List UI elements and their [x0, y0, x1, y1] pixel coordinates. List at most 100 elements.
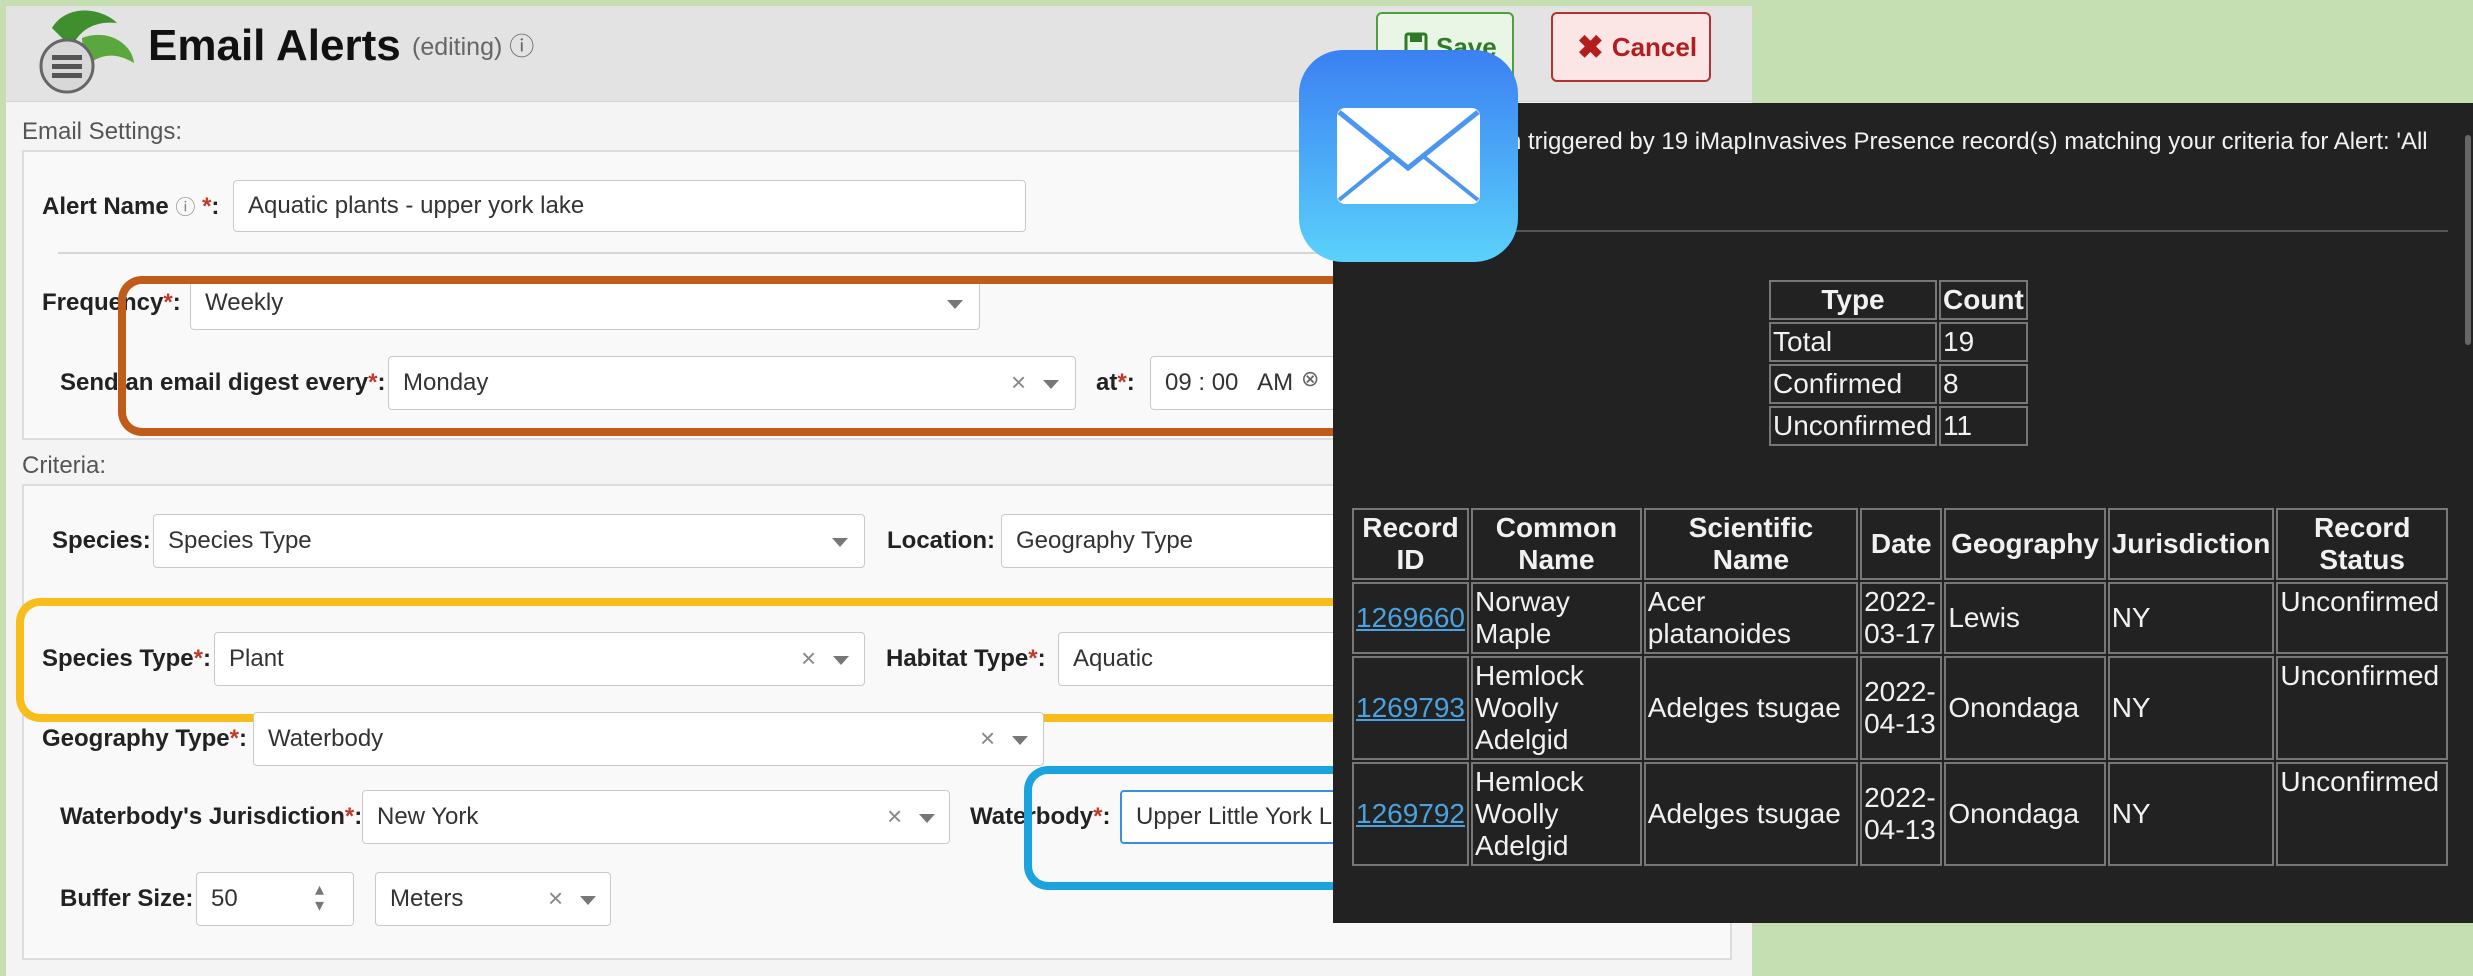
jurisdiction-value: New York [377, 803, 479, 830]
geography-type-select[interactable]: Waterbody × [253, 712, 1044, 766]
info-icon[interactable]: ⓘ [509, 33, 534, 61]
table-row: 1269793 Hemlock Woolly Adelgid Adelges tsu… [1352, 656, 2448, 760]
record-id-link[interactable]: 1269793 [1356, 692, 1465, 723]
jurisdiction-text: Waterbody's Jurisdiction [60, 803, 345, 830]
table-cell: Lewis [1944, 582, 2106, 654]
table-cell: Onondaga [1944, 656, 2106, 760]
records-table: Record ID Common Name Scientific Name Date G… [1350, 506, 2450, 868]
alert-name-value: Aquatic plants - upper york lake [248, 192, 585, 219]
summary-table: Type Count Total 19 Confirmed 8 Unconfirmed 11 [1767, 278, 2030, 448]
cancel-label: Cancel [1611, 32, 1698, 62]
chevron-down-icon[interactable] [580, 896, 596, 905]
jurisdiction-label: Waterbody's Jurisdiction*: [60, 803, 363, 830]
email-settings-label: Email Settings: [22, 118, 183, 145]
location-value: Geography Type [1016, 527, 1194, 554]
required-marker: * [344, 803, 355, 830]
geography-type-value: Waterbody [268, 725, 384, 752]
buffer-size-value: 50 [211, 885, 238, 912]
species-highlight [16, 598, 1353, 722]
table-cell: Onondaga [1944, 762, 2106, 866]
cancel-button[interactable]: ✖ Cancel [1551, 12, 1711, 82]
table-cell: 2022-03-17 [1860, 582, 1943, 654]
alert-name-input[interactable]: Aquatic plants - upper york lake [233, 180, 1026, 232]
table-cell: 1269660 [1352, 582, 1470, 654]
table-cell: 2022-04-13 [1860, 656, 1943, 760]
editing-indicator: (editing) ⓘ [412, 30, 534, 64]
logo-icon [22, 8, 140, 98]
cancel-icon: ✖ [1577, 29, 1604, 65]
summary-cell: 11 [1939, 406, 2028, 446]
mail-app-icon [1299, 50, 1518, 262]
frequency-highlight [118, 276, 1353, 436]
mode-label: (editing) [412, 33, 503, 61]
summary-cell: 8 [1939, 364, 2028, 404]
required-marker: * [202, 193, 212, 220]
records-header-cell: Record Status [2276, 508, 2448, 580]
record-id-link[interactable]: 1269660 [1356, 602, 1465, 633]
info-icon[interactable]: ⓘ [175, 197, 195, 219]
summary-header-cell: Count [1939, 280, 2028, 320]
records-header-cell: Date [1860, 508, 1943, 580]
table-cell: 1269793 [1352, 656, 1470, 760]
chevron-down-icon[interactable] [832, 538, 848, 547]
records-header-cell: Geography [1944, 508, 2106, 580]
table-cell: NY [2107, 762, 2275, 866]
table-cell: NY [2107, 582, 2275, 654]
table-cell: Norway Maple [1471, 582, 1642, 654]
table-cell: Unconfirmed [2276, 582, 2448, 654]
species-label: Species: [52, 527, 151, 554]
table-cell: Adelges tsugae [1643, 762, 1859, 866]
summary-cell: Confirmed [1769, 364, 1937, 404]
table-cell: Hemlock Woolly Adelgid [1471, 656, 1642, 760]
criteria-label: Criteria: [22, 452, 107, 479]
chevron-down-icon[interactable] [919, 814, 935, 823]
buffer-unit-value: Meters [390, 885, 464, 912]
table-cell: Unconfirmed [2276, 656, 2448, 760]
table-cell: Hemlock Woolly Adelgid [1471, 762, 1642, 866]
species-select[interactable]: Species Type [153, 514, 865, 568]
table-row: 1269792 Hemlock Woolly Adelgid Adelges tsu… [1352, 762, 2448, 866]
records-header-cell: Scientific Name [1643, 508, 1859, 580]
alert-name-label: Alert Name ⓘ *: [42, 193, 220, 220]
required-marker: * [229, 725, 239, 752]
waterbody-highlight [1024, 766, 1353, 890]
species-value: Species Type [168, 527, 312, 554]
summary-header-row: Type Count [1769, 280, 2028, 320]
location-label: Location: [887, 527, 995, 554]
summary-cell: Total [1769, 322, 1937, 362]
record-id-link[interactable]: 1269792 [1356, 798, 1465, 829]
clear-icon[interactable]: × [980, 723, 995, 754]
summary-body: Total 19 Confirmed 8 Unconfirmed 11 [1769, 322, 2028, 446]
clear-icon[interactable]: × [548, 883, 563, 914]
table-row: 1269660 Norway Maple Acer platanoides 2022-… [1352, 582, 2448, 654]
page-title: Email Alerts [148, 21, 401, 70]
geography-type-label: Geography Type*: [42, 725, 247, 752]
summary-row: Total 19 [1769, 322, 2028, 362]
buffer-size-label: Buffer Size: [60, 885, 194, 912]
table-cell: Acer platanoides [1643, 582, 1859, 654]
summary-row: Unconfirmed 11 [1769, 406, 2028, 446]
scrollbar[interactable] [2465, 135, 2471, 345]
buffer-size-input[interactable]: 50 ▴ ▾ [196, 872, 354, 926]
geography-type-text: Geography Type [42, 725, 230, 752]
records-header-row: Record ID Common Name Scientific Name Date G… [1352, 508, 2448, 580]
email-intro-text: n triggered by 19 iMapInvasives Presence… [1508, 128, 2428, 155]
location-select[interactable]: Geography Type [1001, 514, 1351, 568]
records-header-cell: Jurisdiction [2107, 508, 2275, 580]
alert-name-text: Alert Name [42, 193, 169, 220]
table-cell: NY [2107, 656, 2275, 760]
stepper-icon[interactable]: ▴ ▾ [315, 880, 324, 914]
summary-cell: 19 [1939, 322, 2028, 362]
summary-header-cell: Type [1769, 280, 1937, 320]
records-body: 1269660 Norway Maple Acer platanoides 2022-… [1352, 582, 2448, 866]
chevron-down-icon[interactable] [1012, 736, 1028, 745]
records-header-cell: Record ID [1352, 508, 1470, 580]
summary-cell: Unconfirmed [1769, 406, 1937, 446]
jurisdiction-select[interactable]: New York × [362, 790, 950, 844]
divider [58, 252, 1348, 254]
table-cell: 1269792 [1352, 762, 1470, 866]
records-header-cell: Common Name [1471, 508, 1642, 580]
table-cell: Unconfirmed [2276, 762, 2448, 866]
buffer-unit-select[interactable]: Meters × [375, 872, 611, 926]
clear-icon[interactable]: × [887, 801, 902, 832]
